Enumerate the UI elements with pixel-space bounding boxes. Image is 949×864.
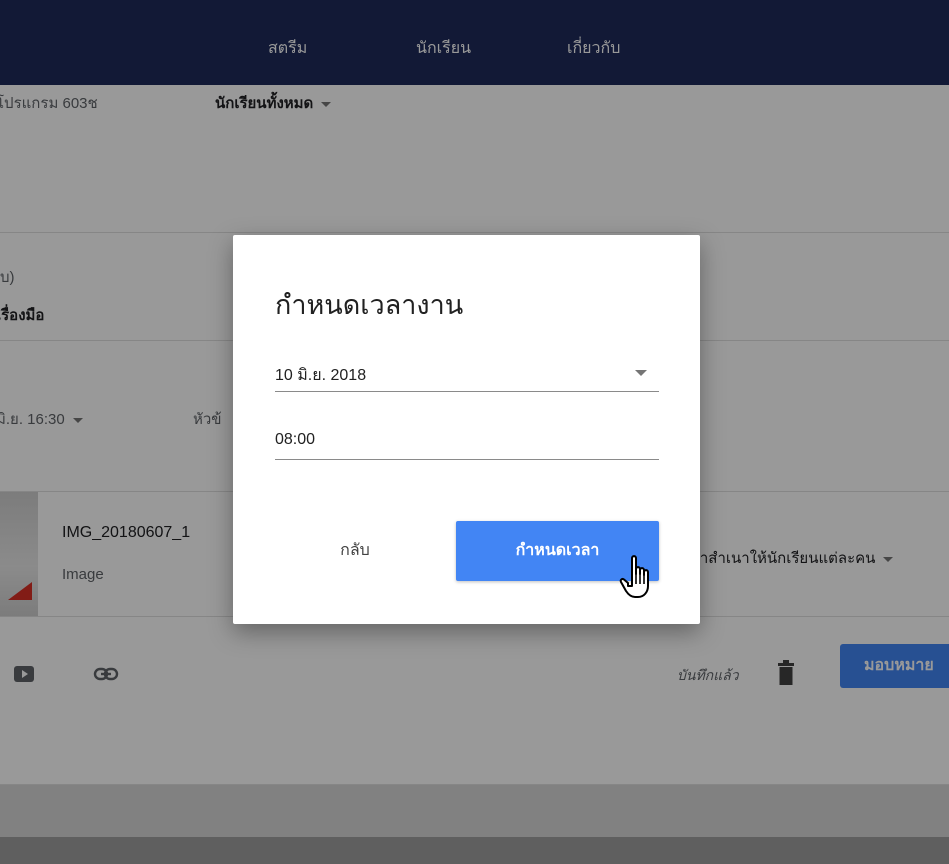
- hand-pointer-icon: [618, 554, 662, 602]
- dialog-title: กำหนดเวลางาน: [275, 290, 464, 320]
- date-value: 10 มิ.ย. 2018: [275, 367, 367, 384]
- date-select[interactable]: 10 มิ.ย. 2018: [275, 355, 659, 392]
- screen: สตรีม นักเรียน เกี่ยวกับ โปรแกรม 603ช นั…: [0, 0, 949, 864]
- time-input[interactable]: 08:00: [275, 423, 659, 460]
- time-value: 08:00: [275, 431, 316, 448]
- back-button[interactable]: กลับ: [303, 521, 407, 581]
- date-dropdown-caret-icon: [635, 370, 647, 376]
